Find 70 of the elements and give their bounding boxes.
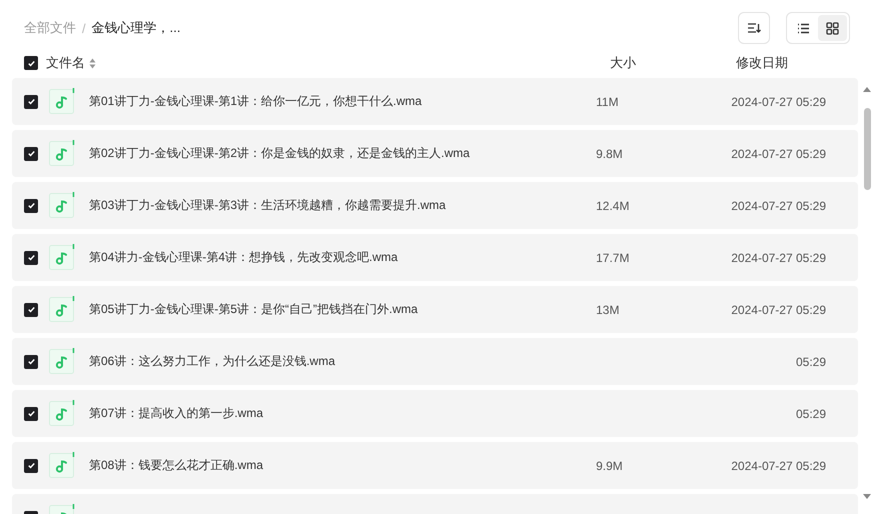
list-icon [797,22,810,34]
file-name: 第01讲丁力-金钱心理课-第1讲：给你一亿元，你想干什么.wma [89,93,423,110]
checkmark-icon [26,357,36,366]
scroll-down-icon[interactable] [863,494,871,500]
modified-date: 05:29 [794,354,826,370]
file-row[interactable]: 第07讲：提高收入的第一步.wma 05:29 [12,390,858,437]
file-name: 第06讲：这么努力工作，为什么还是没钱.wma [89,353,336,370]
file-row[interactable]: 第06讲：这么努力工作，为什么还是没钱.wma 05:29 [12,338,858,385]
audio-file-icon [49,192,76,219]
checkmark-icon [26,409,36,418]
breadcrumb-link[interactable]: 金钱心理学，... [92,19,180,37]
modified-date: 2024-07-27 05:29 [730,146,826,162]
file-name: 第07讲：提高收入的第一步.wma [89,405,264,422]
audio-file-icon [49,296,76,323]
modified-date: 05:29 [794,406,826,422]
audio-file-icon [49,348,76,375]
modified-date: 2024-07-27 05:29 [730,198,826,214]
audio-file-icon [49,140,76,167]
row-checkbox[interactable] [24,406,38,420]
file-row[interactable]: 第03讲丁力-金钱心理课-第3讲：生活环境越糟，你越需要提升.wma 12.4M 2024-07-27 05:29 [12,182,858,229]
audio-file-icon [49,88,76,115]
grid-view-button[interactable] [818,15,847,41]
file-row[interactable]: 第08讲：钱要怎么花才正确.wma 9.9M 2024-07-27 05:29 [12,442,858,489]
file-size: 13M [596,302,620,316]
sort-toggle-icon[interactable] [89,58,96,68]
scroll-up-icon[interactable] [863,86,871,92]
audio-file-icon [49,244,76,271]
modified-date: 2024-07-27 05:29 [730,94,826,110]
file-row[interactable]: 第05讲丁力-金钱心理课-第5讲：是你“自己”把钱挡在门外.wma 13M 2024-07-27 05:29 [12,286,858,333]
file-size: 9.9M [596,458,624,472]
checkmark-icon [26,201,36,210]
file-name: 第02讲丁力-金钱心理课-第2讲：你是金钱的奴隶，还是金钱的主人.wma [89,145,471,162]
row-checkbox[interactable] [24,250,38,264]
file-size: 17.7M [596,250,630,264]
row-checkbox[interactable] [24,302,38,316]
grid-icon [826,22,839,34]
select-all-checkbox[interactable] [24,56,38,70]
file-row[interactable]: 第02讲丁力-金钱心理课-第2讲：你是金钱的奴隶，还是金钱的主人.wma 9.8M 2024-07-27 05:29 [12,130,858,177]
audio-file-icon [49,452,76,479]
checkmark-icon [26,58,36,68]
checkmark-icon [26,253,36,262]
row-checkbox[interactable] [24,354,38,368]
file-name: 第03讲丁力-金钱心理课-第3讲：生活环境越糟，你越需要提升.wma [89,197,447,214]
modified-date: 2024-07-27 05:29 [730,458,826,474]
column-header[interactable]: 文件名 [46,54,85,72]
checkmark-icon [26,97,36,106]
row-checkbox[interactable] [24,94,38,108]
breadcrumb-separator: / [82,20,86,36]
scrollbar-thumb[interactable] [864,108,870,190]
row-checkbox[interactable] [24,198,38,212]
file-name: 第04讲力-金钱心理课-第4讲：想挣钱，先改变观念吧.wma [89,249,399,266]
modified-date: 2024-07-27 05:29 [730,250,826,266]
file-size: 9.8M [596,146,624,160]
checkmark-icon [26,305,36,314]
checkmark-icon [26,149,36,158]
modified-date: 2024-07-27 05:29 [730,302,826,318]
file-name: 第08讲：钱要怎么花才正确.wma [89,457,264,474]
column-header: 修改日期 [736,54,788,72]
file-row[interactable]: 第04讲力-金钱心理课-第4讲：想挣钱，先改变观念吧.wma 17.7M 2024-07-27 05:29 [12,234,858,281]
audio-file-icon [49,400,76,427]
file-size: 12.4M [596,198,630,212]
file-size: 11M [596,94,620,108]
sort-icon [747,22,761,34]
file-row[interactable]: 第01讲丁力-金钱心理课-第1讲：给你一亿元，你想干什么.wma 11M 2024-07-27 05:29 [12,78,858,125]
row-checkbox[interactable] [24,146,38,160]
file-name: 第05讲丁力-金钱心理课-第5讲：是你“自己”把钱挡在门外.wma [89,301,419,318]
row-checkbox[interactable] [24,458,38,472]
checkmark-icon [26,461,36,470]
sort-button[interactable] [738,12,770,44]
column-header: 大小 [610,54,637,72]
